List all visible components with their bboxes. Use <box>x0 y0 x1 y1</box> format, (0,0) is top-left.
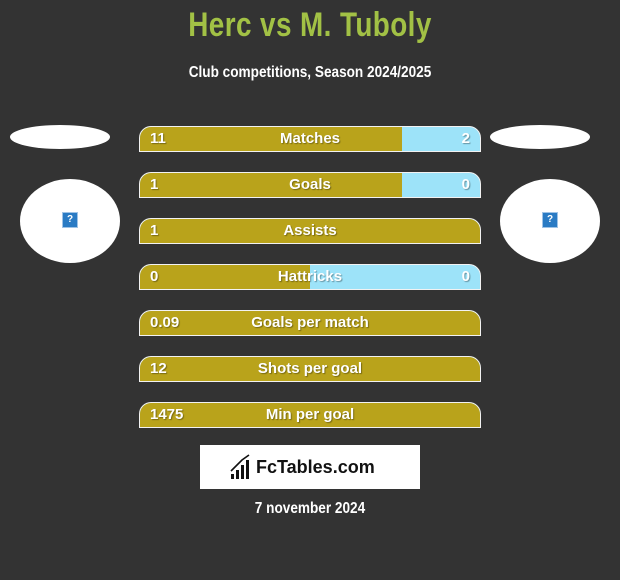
competition-subtitle: Club competitions, Season 2024/2025 <box>188 64 432 81</box>
stat-label: Goals <box>289 176 331 193</box>
right-value: 0 <box>461 268 470 285</box>
stat-row-assists: 1 Assists <box>139 218 481 244</box>
left-player-avatar[interactable]: ? <box>20 179 120 263</box>
broken-image-icon: ? <box>62 212 78 228</box>
stat-row-min-per-goal: 1475 Min per goal <box>139 402 481 428</box>
stat-row-shots-per-goal: 12 Shots per goal <box>139 356 481 382</box>
stat-row-matches: 11 Matches 2 <box>139 126 481 152</box>
stat-row-goals-per-match: 0.09 Goals per match <box>139 310 481 336</box>
right-value: 2 <box>461 130 470 147</box>
stat-label: Goals per match <box>251 314 369 331</box>
fctables-logo[interactable]: FcTables.com <box>200 445 420 489</box>
bar-chart-icon <box>230 454 250 479</box>
report-date: 7 november 2024 <box>254 500 366 517</box>
stat-row-goals: 1 Goals 0 <box>139 172 481 198</box>
stat-label: Assists <box>283 222 337 239</box>
page-title: Herc vs M. Tuboly <box>188 6 432 44</box>
stat-label: Min per goal <box>265 406 355 423</box>
stat-row-hattricks: 0 Hattricks 0 <box>139 264 481 290</box>
stat-label: Shots per goal <box>257 360 363 377</box>
stat-label: Hattricks <box>277 268 343 285</box>
right-value: 0 <box>461 176 470 193</box>
right-player-avatar[interactable]: ? <box>500 179 600 263</box>
left-team-badge <box>10 125 110 149</box>
brand-name: FcTables.com <box>256 457 375 477</box>
broken-image-icon: ? <box>542 212 558 228</box>
stat-label: Matches <box>279 130 341 147</box>
right-team-badge <box>490 125 590 149</box>
